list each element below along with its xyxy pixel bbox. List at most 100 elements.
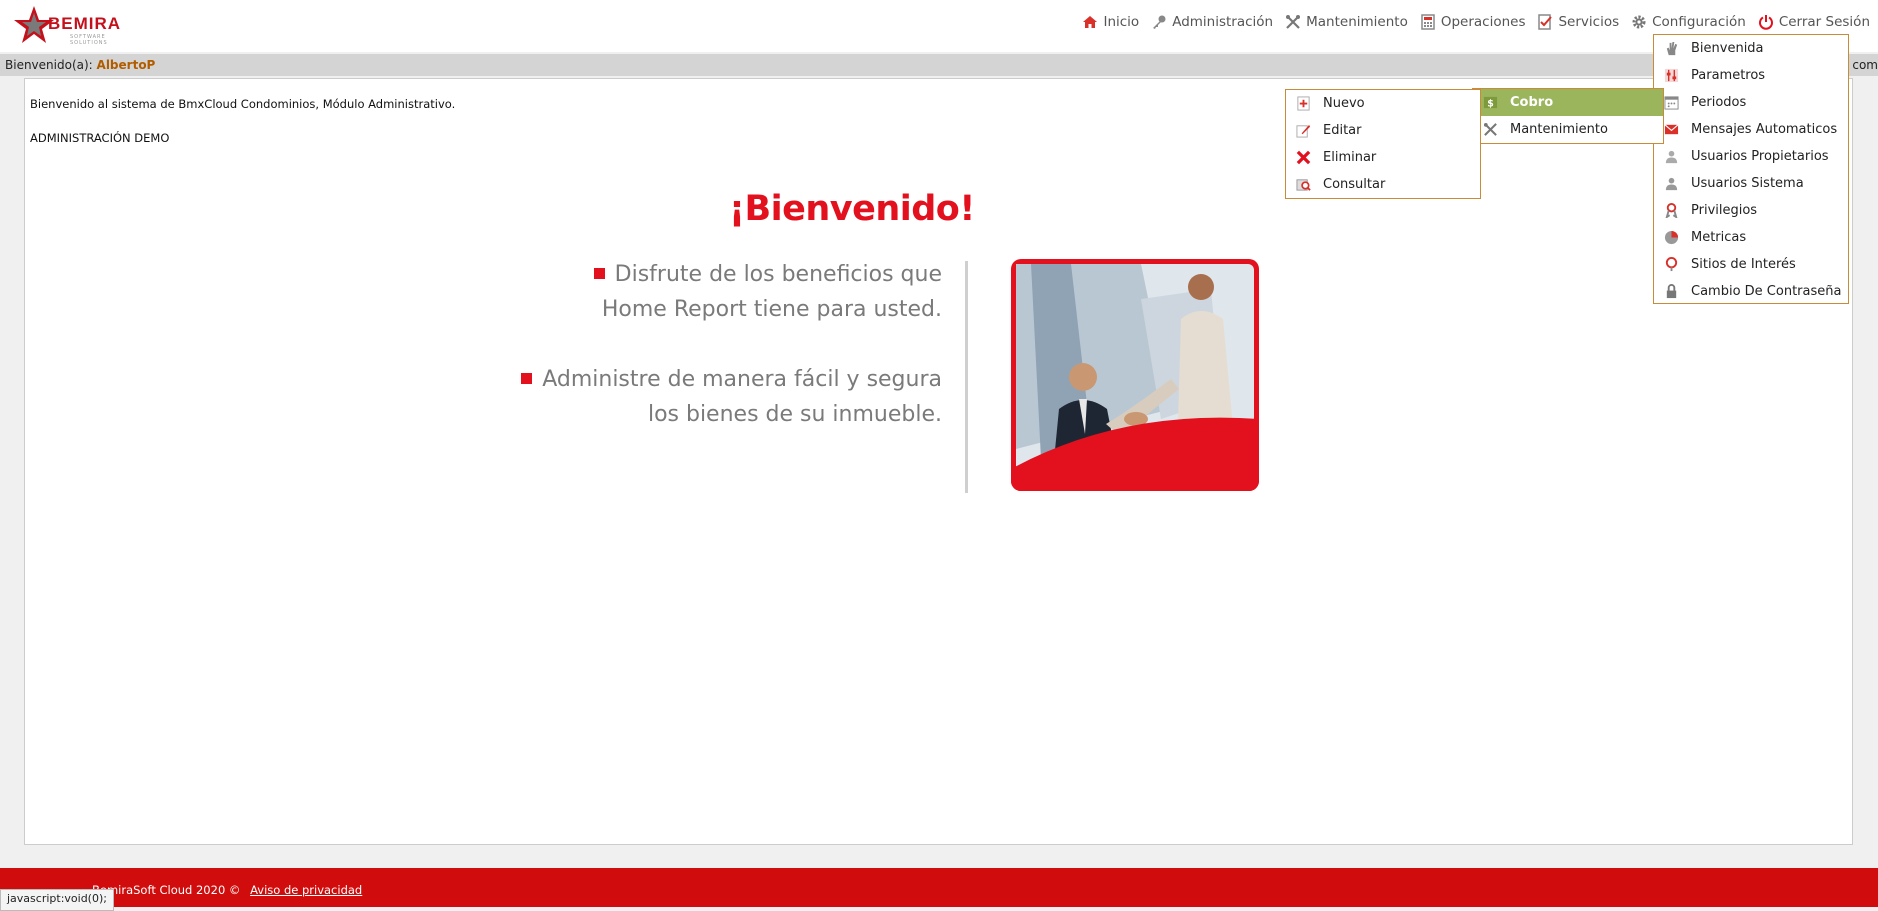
ribbon-icon [1665, 203, 1678, 218]
nav-label: Configuración [1652, 14, 1746, 30]
bullet-text: Disfrute de los beneficios que [614, 262, 942, 287]
bullet-square-icon [593, 267, 605, 279]
footer: BemiraSoft Cloud 2020 © Aviso de privaci… [0, 868, 1878, 907]
hand-icon [1666, 41, 1678, 56]
menu-label: Periodos [1691, 95, 1747, 110]
status-bar-tooltip: javascript:void(0); [0, 889, 114, 911]
pin-icon [1665, 257, 1678, 272]
menu-label: Consultar [1323, 177, 1386, 192]
privacy-link[interactable]: Aviso de privacidad [250, 883, 362, 897]
nav-mantenimiento[interactable]: Mantenimiento [1285, 14, 1408, 30]
menu-item-nuevo[interactable]: Nuevo [1286, 90, 1480, 117]
bullet-text: Home Report tiene para usted. [601, 297, 942, 322]
footer-text: BemiraSoft Cloud 2020 © Aviso de privaci… [92, 883, 362, 897]
checklist-icon [1538, 14, 1553, 30]
welcome-label: Bienvenido(a): [5, 58, 93, 72]
menu-label: Sitios de Interés [1691, 257, 1796, 272]
edit-icon [1296, 124, 1311, 138]
hero-title: ¡Bienvenido! [729, 189, 975, 229]
bullet-text: los bienes de su inmueble. [647, 402, 942, 427]
nav-servicios[interactable]: Servicios [1537, 14, 1619, 30]
lock-icon [1666, 284, 1677, 299]
organization-name: ADMINISTRACIÓN DEMO [30, 131, 170, 145]
money-icon: $ [1483, 96, 1498, 109]
menu-label: Eliminar [1323, 150, 1377, 165]
main-panel: Bienvenido al sistema de BmxCloud Condom… [24, 78, 1853, 845]
nav-label: Inicio [1103, 14, 1140, 30]
config-menu: Bienvenida Parametros Periodos Mensajes … [1653, 34, 1849, 304]
menu-label: Metricas [1691, 230, 1747, 245]
menu-label: Mensajes Automaticos [1691, 122, 1838, 137]
handshake-photo [1011, 259, 1259, 491]
menu-label: Editar [1323, 123, 1362, 138]
power-icon [1758, 15, 1773, 30]
nav-operaciones[interactable]: Operaciones [1420, 14, 1526, 30]
menu-item-usuarios-sistema[interactable]: Usuarios Sistema [1654, 170, 1848, 197]
operations-submenu: $ Cobro Mantenimiento [1472, 88, 1664, 144]
svg-text:$: $ [1487, 98, 1494, 109]
nav-label: Servicios [1558, 14, 1620, 30]
menu-item-mantenimiento[interactable]: Mantenimiento [1473, 116, 1663, 143]
bullet-square-icon [521, 372, 533, 384]
search-doc-icon [1296, 179, 1311, 191]
user-system-icon [1665, 177, 1678, 191]
menu-item-editar[interactable]: Editar [1286, 117, 1480, 144]
key-icon [1153, 15, 1166, 29]
welcome-suffix: com [1852, 58, 1878, 72]
menu-label: Usuarios Sistema [1691, 176, 1804, 191]
nav-cerrar-sesion[interactable]: Cerrar Sesión [1758, 14, 1870, 30]
brand-tagline: SOFTWARE SOLUTIONS [70, 34, 108, 46]
new-doc-icon [1297, 96, 1310, 111]
nav-configuracion[interactable]: Configuración [1631, 14, 1746, 30]
menu-item-sitios[interactable]: Sitios de Interés [1654, 251, 1848, 278]
divider [965, 261, 968, 493]
nav-label: Operaciones [1440, 14, 1526, 30]
tools-icon [1286, 15, 1301, 29]
calculator-icon [1421, 14, 1435, 30]
menu-label: Parametros [1691, 68, 1766, 83]
sliders-icon [1664, 68, 1679, 83]
menu-item-periodos[interactable]: Periodos [1654, 89, 1848, 116]
nav-administracion[interactable]: Administración [1151, 14, 1273, 30]
menu-item-cobro[interactable]: $ Cobro [1473, 89, 1663, 116]
menu-item-usuarios-propietarios[interactable]: Usuarios Propietarios [1654, 143, 1848, 170]
menu-item-mensajes[interactable]: Mensajes Automaticos [1654, 116, 1848, 143]
brand-name: BEMIRA [48, 14, 122, 33]
menu-item-bienvenida[interactable]: Bienvenida [1654, 35, 1848, 62]
home-icon [1083, 16, 1098, 28]
handshake-illustration [1011, 264, 1259, 491]
menu-item-privilegios[interactable]: Privilegios [1654, 197, 1848, 224]
pie-chart-icon [1664, 230, 1679, 245]
menu-item-eliminar[interactable]: Eliminar [1286, 144, 1480, 171]
brand-logo[interactable]: BEMIRA SOFTWARE SOLUTIONS [12, 4, 142, 46]
menu-label: Cambio De Contraseña [1691, 284, 1842, 299]
benefit-bullet-1: Disfrute de los beneficios que Home Repo… [593, 257, 942, 327]
calendar-icon [1664, 96, 1679, 110]
current-user: AlbertoP [96, 58, 156, 72]
welcome-bar: Bienvenido(a): AlbertoP com [0, 54, 1878, 76]
user-owner-icon [1665, 150, 1678, 164]
menu-label: Bienvenida [1691, 41, 1764, 56]
intro-text: Bienvenido al sistema de BmxCloud Condom… [30, 97, 456, 111]
bullet-text: Administre de manera fácil y segura [542, 367, 942, 392]
menu-item-parametros[interactable]: Parametros [1654, 62, 1848, 89]
menu-label: Privilegios [1691, 203, 1758, 218]
copyright: BemiraSoft Cloud 2020 © [92, 883, 241, 897]
gear-icon [1632, 15, 1646, 29]
menu-item-metricas[interactable]: Metricas [1654, 224, 1848, 251]
nav-label: Cerrar Sesión [1778, 14, 1870, 30]
menu-label: Nuevo [1323, 96, 1365, 111]
tools-icon [1483, 122, 1497, 136]
menu-item-consultar[interactable]: Consultar [1286, 171, 1480, 198]
benefit-bullet-2: Administre de manera fácil y segura los … [521, 362, 942, 432]
envelope-icon [1664, 124, 1679, 135]
menu-label: Mantenimiento [1510, 122, 1608, 137]
header: BEMIRA SOFTWARE SOLUTIONS Inicio Adminis… [0, 0, 1878, 52]
nav-inicio[interactable]: Inicio [1082, 14, 1139, 30]
cobro-actions-menu: Nuevo Editar Eliminar Consultar [1285, 89, 1481, 199]
top-nav: Inicio Administración Mantenimiento Oper… [1070, 10, 1878, 34]
menu-item-cambio-contrasena[interactable]: Cambio De Contraseña [1654, 278, 1848, 305]
delete-icon [1296, 150, 1311, 165]
menu-label: Usuarios Propietarios [1691, 149, 1829, 164]
nav-label: Mantenimiento [1306, 14, 1408, 30]
